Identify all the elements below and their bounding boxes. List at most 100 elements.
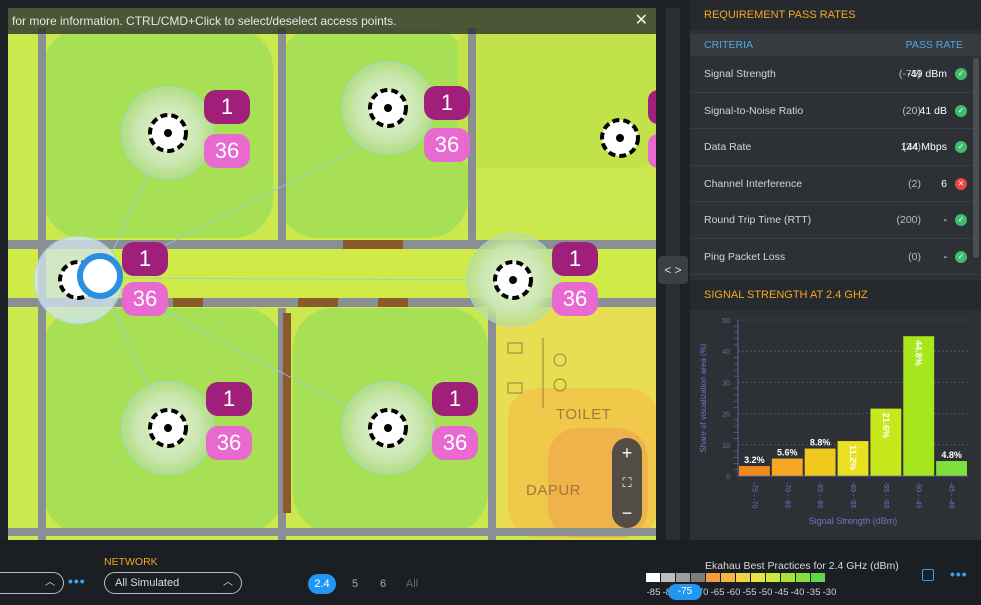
criteria-row-channel-interference[interactable]: Channel Interference (2) 6 ✕ <box>690 166 981 202</box>
data-label: 4.8% <box>941 450 962 460</box>
signal-strength-chart: 0 10 20 30 40 50 Share of visualization area (… <box>699 318 968 526</box>
chevron-down-icon: ︿ <box>223 577 233 588</box>
x-tick-label: -75 - -70 <box>750 482 757 509</box>
criteria-row-signal-strength[interactable]: Signal Strength (-75) -49 dBm ✓ <box>690 56 981 93</box>
criteria-requirement: (0) <box>908 250 921 263</box>
signal-chart-section: SIGNAL STRENGTH AT 2.4 GHZ 0 10 20 30 40 50 Sh… <box>690 280 981 540</box>
info-bar: for more information. CTRL/CMD+Click to … <box>8 8 656 34</box>
legend-swatch <box>646 573 660 582</box>
room-label-toilet: TOILET <box>556 406 612 423</box>
export-icon[interactable] <box>922 569 934 581</box>
criteria-name: Ping Packet Loss <box>704 250 786 263</box>
ap-width-badge[interactable]: 36 <box>424 128 470 162</box>
x-tick-label: -65 - -60 <box>816 482 823 509</box>
x-tick-label: -50 - -45 <box>915 482 922 509</box>
requirements-title: REQUIREMENT PASS RATES <box>690 0 981 30</box>
ap-channel-badge[interactable]: 1 <box>204 90 250 124</box>
ap-channel-badge-partial[interactable] <box>648 90 656 124</box>
fail-x-icon: ✕ <box>955 177 967 190</box>
criteria-name: Data Rate <box>704 141 752 153</box>
ap-width-badge[interactable]: 36 <box>432 426 478 460</box>
criteria-value: - <box>943 250 948 263</box>
side-panel: REQUIREMENT PASS RATES CRITERIA PASS RAT… <box>690 0 981 540</box>
legend-value: -65 <box>710 587 725 598</box>
pass-check-icon: ✓ <box>955 141 967 153</box>
x-tick-label: -60 - -55 <box>849 482 856 509</box>
room-label-kitchen: DAPUR <box>526 482 582 499</box>
floor-dropdown[interactable]: ︿ <box>0 572 64 594</box>
ap-width-badge[interactable]: 36 <box>552 282 598 316</box>
data-label: 44.8% <box>914 340 924 366</box>
criteria-name: Signal-to-Noise Ratio <box>704 104 804 117</box>
criteria-name: Signal Strength <box>704 68 776 80</box>
criteria-header: CRITERIA PASS RATE <box>690 34 981 56</box>
ap-width-badge-partial[interactable] <box>648 134 656 168</box>
criteria-requirement: (2) <box>908 177 921 190</box>
x-tick-label: -70 - -65 <box>783 482 790 509</box>
criteria-value: - <box>943 214 948 226</box>
band-tab-5[interactable]: 5 <box>348 574 362 594</box>
data-label: 3.2% <box>744 455 765 465</box>
ap-width-badge[interactable]: 36 <box>204 134 250 168</box>
pass-rate-column-header: PASS RATE <box>905 39 963 51</box>
y-axis-label: Share of visualization area (%) <box>699 343 708 452</box>
close-icon[interactable]: ✕ <box>635 8 648 34</box>
legend-swatch <box>676 573 690 582</box>
criteria-value: 41 dB <box>919 104 947 117</box>
panel-toggle-button[interactable]: < > <box>658 256 688 284</box>
criteria-value: -49 dBm <box>907 68 947 80</box>
legend-color-scale <box>646 573 826 582</box>
chevron-down-icon: ︿ <box>45 577 55 588</box>
ap-channel-badge[interactable]: 1 <box>424 86 470 120</box>
network-dropdown[interactable]: All Simulated ︿ <box>104 572 242 594</box>
legend-swatch <box>721 573 735 582</box>
legend-swatch <box>706 573 720 582</box>
chart-bar <box>804 448 836 476</box>
criteria-requirement: (20) <box>902 104 921 117</box>
chart-bar <box>739 466 770 476</box>
legend-value: -60 <box>726 587 741 598</box>
chart-bar <box>771 458 803 476</box>
zoom-fit-button[interactable]: ⛶ <box>612 468 642 498</box>
y-tick-label: 50 <box>722 318 730 325</box>
criteria-row-data-rate[interactable]: Data Rate (24) 144 Mbps ✓ <box>690 129 981 166</box>
criteria-row-packet-loss[interactable]: Ping Packet Loss (0) - ✓ <box>690 239 981 275</box>
ap-channel-badge[interactable]: 1 <box>552 242 598 276</box>
requirements-list: Signal Strength (-75) -49 dBm ✓ Signal-t… <box>690 56 981 275</box>
zoom-in-button[interactable]: + <box>612 438 642 468</box>
band-tab-all[interactable]: All <box>402 574 422 594</box>
data-label: 5.6% <box>777 448 798 458</box>
ap-channel-badge[interactable]: 1 <box>206 382 252 416</box>
criteria-row-rtt[interactable]: Round Trip Time (RTT) (200) - ✓ <box>690 202 981 239</box>
more-options-icon[interactable]: ••• <box>950 566 968 582</box>
zoom-out-button[interactable]: − <box>612 498 642 528</box>
criteria-name: Channel Interference <box>704 177 803 190</box>
ap-channel-badge[interactable]: 1 <box>122 242 168 276</box>
criteria-requirement: (200) <box>896 214 921 226</box>
ap-channel-badge[interactable]: 1 <box>432 382 478 416</box>
heatmap-canvas[interactable]: 1 36 1 36 1 36 1 36 1 36 1 36 TOILET DAP… <box>8 8 656 540</box>
legend-swatch <box>736 573 750 582</box>
pass-check-icon: ✓ <box>955 68 967 80</box>
band-tab-2.4[interactable]: 2.4 <box>308 574 336 594</box>
ap-width-badge[interactable]: 36 <box>122 282 168 316</box>
legend-selected-threshold[interactable]: -75 <box>668 584 702 600</box>
network-dropdown-value: All Simulated <box>115 577 180 589</box>
legend-swatch <box>766 573 780 582</box>
legend-value: -35 <box>806 587 821 598</box>
criteria-row-snr[interactable]: Signal-to-Noise Ratio (20) 41 dB ✓ <box>690 93 981 129</box>
legend-swatch <box>796 573 810 582</box>
legend-value: -50 <box>758 587 773 598</box>
pass-check-icon: ✓ <box>955 250 967 263</box>
ap-width-badge[interactable]: 36 <box>206 426 252 460</box>
legend-swatch <box>751 573 765 582</box>
network-label: NETWORK <box>104 556 158 568</box>
requirements-scrollbar[interactable] <box>973 58 979 258</box>
x-tick-label: -45 - -40 <box>948 482 955 509</box>
more-options-icon[interactable]: ••• <box>68 573 86 589</box>
y-tick-label: 10 <box>722 443 730 450</box>
data-label: 8.8% <box>810 438 831 448</box>
criteria-value: 144 Mbps <box>900 141 947 153</box>
band-tab-6[interactable]: 6 <box>376 574 390 594</box>
legend-title: Ekahau Best Practices for 2.4 GHz (dBm) <box>705 560 899 572</box>
